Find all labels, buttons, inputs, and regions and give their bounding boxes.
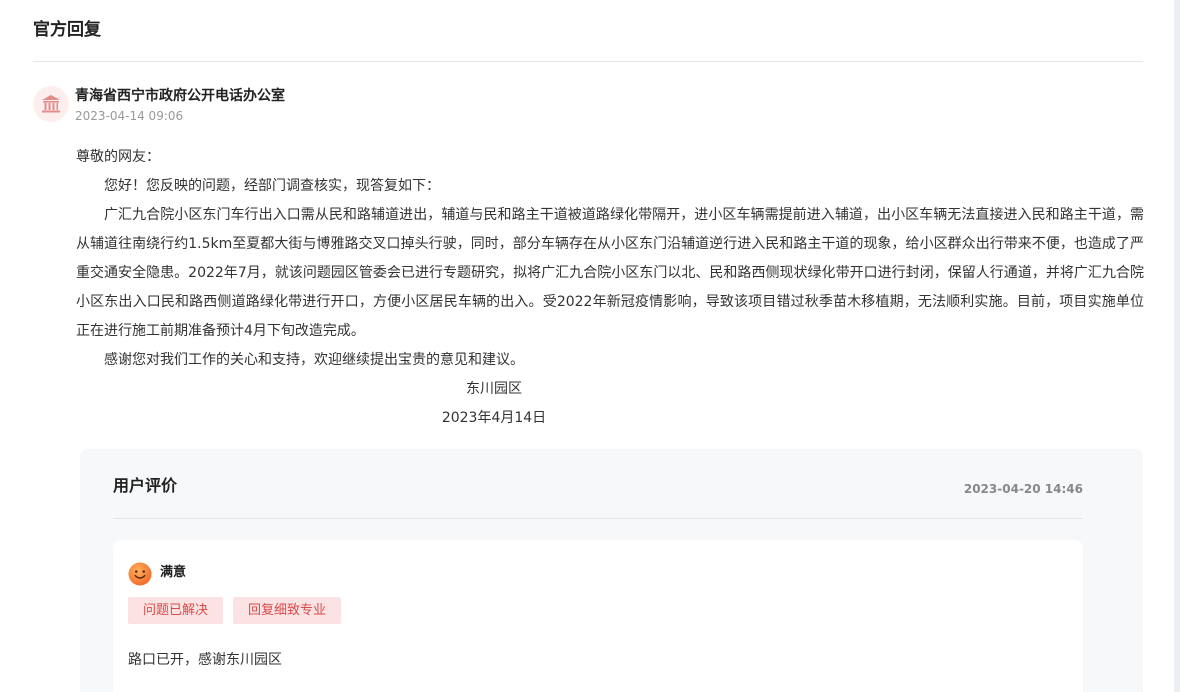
evaluation-time: 2023-04-20 14:46: [963, 482, 1083, 496]
smile-face-icon: [128, 562, 152, 586]
section-divider: [33, 61, 1143, 62]
evaluation-tag: 回复细致专业: [233, 597, 342, 624]
evaluation-comment: 路口已开，感谢东川园区: [128, 652, 282, 668]
government-building-icon: [42, 95, 60, 113]
evaluation-tags: 问题已解决 回复细致专业: [128, 597, 342, 624]
evaluation-title: 用户评价: [113, 476, 178, 495]
evaluation-divider: [113, 518, 1083, 519]
reply-signature-org: 东川园区: [466, 381, 522, 397]
reply-paragraph: 广汇九合院小区东门车行出入口需从民和路辅道进出，辅道与民和路主干道被道路绿化带隔…: [76, 207, 1144, 339]
rating-label: 满意: [160, 565, 187, 580]
reply-body: 尊敬的网友： 您好！您反映的问题，经部门调查核实，现答复如下： 广汇九合院小区东…: [76, 143, 1144, 433]
reply-greeting: 尊敬的网友：: [76, 149, 160, 165]
org-avatar: [33, 86, 69, 122]
reply-paragraph: 感谢您对我们工作的关心和支持，欢迎继续提出宝贵的意见和建议。: [104, 352, 524, 368]
evaluation-detail: 满意 问题已解决 回复细致专业 路口已开，感谢东川园区: [113, 540, 1083, 692]
reply-time: 2023-04-14 09:06: [75, 109, 184, 123]
evaluation-tag: 问题已解决: [128, 597, 224, 624]
section-title: 官方回复: [33, 20, 101, 40]
reply-paragraph: 您好！您反映的问题，经部门调查核实，现答复如下：: [104, 178, 440, 194]
reply-signature-date: 2023年4月14日: [441, 410, 547, 426]
scrollbar-track[interactable]: [1174, 0, 1180, 692]
org-name: 青海省西宁市政府公开电话办公室: [75, 88, 285, 104]
page: 官方回复 青海省西宁市政府公开电话办公室 2023-04-14 09:06 尊敬…: [0, 0, 1174, 692]
evaluation-card: 用户评价 2023-04-20 14:46 满意 问题已解决 回复细致专业 路口…: [80, 449, 1143, 692]
